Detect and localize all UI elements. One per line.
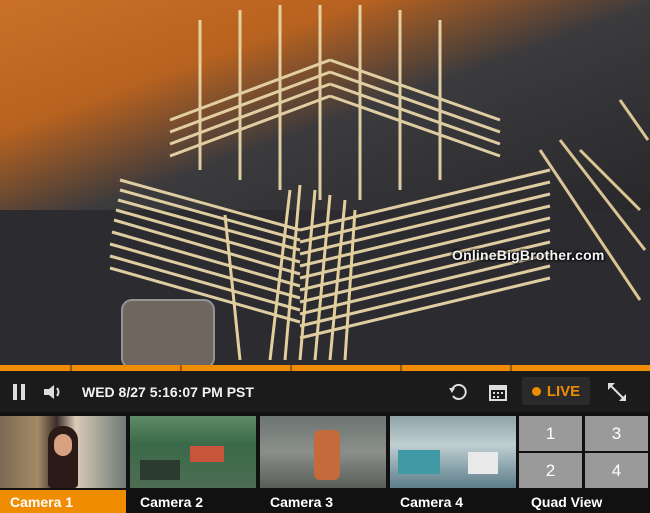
live-label: LIVE [546, 382, 581, 400]
camera-4-label: Camera 4 [400, 493, 464, 510]
video-frame[interactable]: OnlineBigBrother.com [0, 0, 650, 370]
quad-cell: 2 [519, 453, 582, 488]
timestamp: WED 8/27 5:16:07 PM PST [82, 383, 254, 400]
camera-1-preview [0, 416, 126, 488]
replay-icon [449, 383, 467, 400]
camera-4-preview [390, 416, 516, 488]
watermark: OnlineBigBrother.com [452, 247, 605, 263]
camera-2-label: Camera 2 [140, 493, 204, 510]
live-button[interactable]: LIVE [522, 377, 590, 405]
replay-button[interactable] [446, 371, 470, 412]
pause-button[interactable] [6, 371, 32, 412]
camera-3-preview [260, 416, 386, 488]
quad-view-label: Quad View [531, 493, 603, 510]
quad-view-button[interactable]: 1 3 2 4 Quad View [519, 416, 650, 513]
fullscreen-button[interactable] [604, 371, 630, 412]
quad-cell: 1 [519, 416, 582, 451]
quad-cell: 3 [585, 416, 648, 451]
control-bar: WED 8/27 5:16:07 PM PST LIVE [0, 371, 650, 412]
video-scene [0, 5, 650, 370]
calendar-icon [489, 384, 507, 401]
camera-1-thumb[interactable]: Camera 1 [0, 416, 126, 513]
pause-icon [13, 383, 25, 400]
camera-3-thumb[interactable]: Camera 3 [260, 416, 386, 513]
quad-cell: 4 [585, 453, 648, 488]
camera-4-thumb[interactable]: Camera 4 [390, 416, 516, 513]
volume-button[interactable] [40, 371, 66, 412]
camera-1-label: Camera 1 [0, 490, 126, 513]
calendar-button[interactable] [486, 371, 510, 412]
camera-3-label: Camera 3 [270, 493, 334, 510]
camera-2-preview [130, 416, 256, 488]
live-dot-icon [531, 386, 541, 396]
fullscreen-icon [608, 382, 626, 401]
volume-icon [44, 384, 60, 399]
camera-2-thumb[interactable]: Camera 2 [130, 416, 256, 513]
